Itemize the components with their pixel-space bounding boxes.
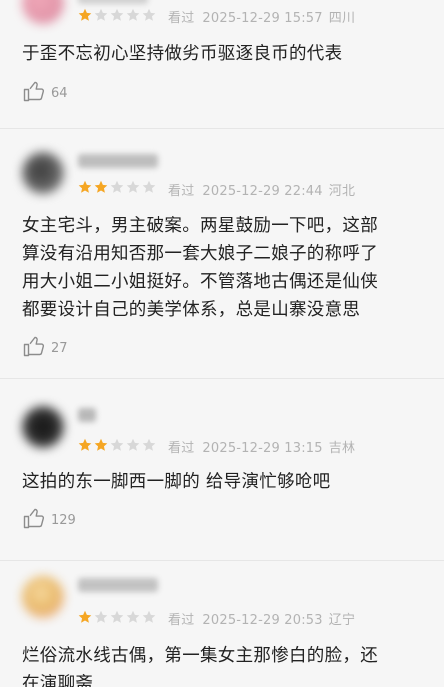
username-blurred[interactable] (78, 408, 96, 422)
review-meta: 看过 2025-12-29 20:53 辽宁 (168, 609, 355, 628)
star-empty-icon (142, 438, 156, 451)
divider (0, 128, 444, 129)
review-item: 看过 2025-12-29 15:57 四川 于歪不忘初心坚持做劣币驱逐良币的代表 … (0, 0, 444, 118)
review-location: 辽宁 (328, 613, 356, 628)
thumbs-up-icon (22, 334, 46, 362)
review-date: 2025-12-29 13:15 (202, 441, 323, 456)
review-meta: 看过 2025-12-29 13:15 吉林 (168, 437, 355, 456)
review-item: 看过 2025-12-29 13:15 吉林 这拍的东一脚西一脚的 给导演忙够呛吧 … (0, 392, 444, 552)
username-blurred[interactable] (78, 0, 148, 4)
star-empty-icon (126, 438, 140, 451)
review-date: 2025-12-29 15:57 (202, 11, 323, 26)
username-blurred[interactable] (78, 578, 158, 592)
avatar[interactable] (22, 152, 64, 194)
star-filled-icon (78, 438, 92, 451)
review-feed: 看过 2025-12-29 15:57 四川 于歪不忘初心坚持做劣币驱逐良币的代表 … (0, 0, 444, 687)
star-empty-icon (110, 180, 124, 193)
avatar[interactable] (22, 0, 64, 24)
star-empty-icon (142, 8, 156, 21)
review-location: 四川 (328, 11, 356, 26)
review-date: 2025-12-29 20:53 (202, 613, 323, 628)
seen-label: 看过 (168, 441, 195, 456)
avatar[interactable] (22, 576, 64, 618)
rating-stars (78, 610, 156, 628)
star-empty-icon (126, 610, 140, 623)
review-comment: 于歪不忘初心坚持做劣币驱逐良币的代表 (22, 44, 343, 64)
review-date: 2025-12-29 22:44 (202, 184, 323, 199)
review-location: 河北 (328, 184, 356, 199)
review-comment: 女主宅斗，男主破案。两星鼓励一下吧，这部 算没有沿用知否那一套大娘子二娘子的称呼… (22, 216, 378, 320)
like-count: 129 (51, 512, 76, 528)
review-item: 看过 2025-12-29 22:44 河北 女主宅斗，男主破案。两星鼓励一下吧，这… (0, 140, 444, 368)
like-button[interactable]: 129 (22, 508, 76, 532)
rating-stars (78, 438, 156, 456)
review-meta: 看过 2025-12-29 22:44 河北 (168, 180, 355, 199)
thumbs-up-icon (22, 506, 46, 534)
seen-label: 看过 (168, 613, 195, 628)
like-count: 27 (51, 340, 68, 356)
star-empty-icon (94, 610, 108, 623)
star-empty-icon (94, 8, 108, 21)
like-button[interactable]: 27 (22, 336, 68, 360)
username-blurred[interactable] (78, 154, 158, 168)
star-empty-icon (142, 610, 156, 623)
star-empty-icon (126, 180, 140, 193)
star-empty-icon (142, 180, 156, 193)
divider (0, 560, 444, 561)
star-empty-icon (110, 610, 124, 623)
divider (0, 378, 444, 379)
star-empty-icon (126, 8, 140, 21)
thumbs-up-icon (22, 79, 46, 107)
review-item: 看过 2025-12-29 20:53 辽宁 烂俗流水线古偶，第一集女主那惨白的脸，… (0, 570, 444, 687)
star-filled-icon (78, 180, 92, 193)
star-filled-icon (78, 8, 92, 21)
review-comment: 这拍的东一脚西一脚的 给导演忙够呛吧 (22, 472, 331, 492)
rating-stars (78, 8, 156, 26)
review-comment: 烂俗流水线古偶，第一集女主那惨白的脸，还 在演聊斋 (22, 646, 378, 687)
star-filled-icon (94, 438, 108, 451)
review-meta: 看过 2025-12-29 15:57 四川 (168, 7, 355, 26)
rating-stars (78, 180, 156, 198)
like-button[interactable]: 64 (22, 81, 68, 105)
star-empty-icon (110, 8, 124, 21)
like-count: 64 (51, 85, 68, 101)
avatar[interactable] (22, 406, 64, 448)
seen-label: 看过 (168, 184, 195, 199)
review-location: 吉林 (328, 441, 356, 456)
seen-label: 看过 (168, 11, 195, 26)
star-filled-icon (78, 610, 92, 623)
star-filled-icon (94, 180, 108, 193)
star-empty-icon (110, 438, 124, 451)
